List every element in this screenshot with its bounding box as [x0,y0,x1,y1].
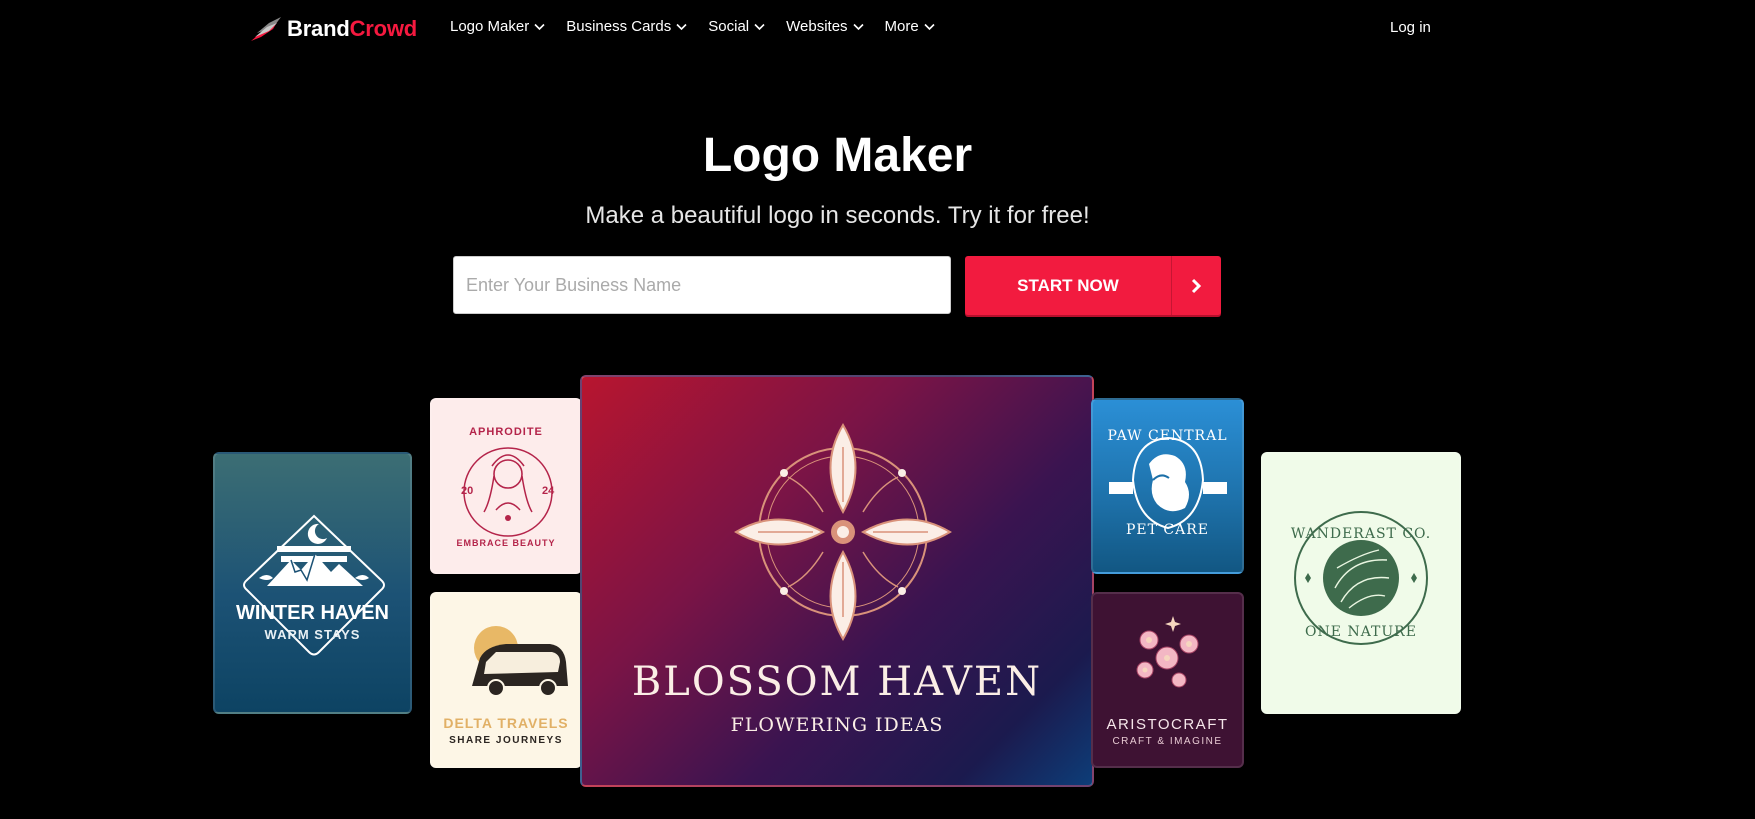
logo-card-winter-haven[interactable]: WINTER HAVEN WARM STAYS [213,452,412,714]
main-nav: Logo Maker Business Cards Social Website… [450,18,956,35]
logo-card-paw-central[interactable]: PAW CENTRAL PET CARE [1091,398,1244,574]
brand-logo[interactable]: Brand Crowd [249,13,417,45]
chevron-down-icon [754,23,765,30]
business-name-input[interactable] [453,256,951,314]
brand-name-part2: Crowd [349,16,418,41]
nav-label: Social [708,18,750,35]
nav-websites[interactable]: Websites [786,18,864,35]
page-subtitle: Make a beautiful logo in seconds. Try it… [585,202,1090,229]
card-name: APHRODITE [469,426,543,438]
logo-card-delta-travels[interactable]: DELTA TRAVELS SHARE JOURNEYS [430,592,582,768]
nav-label: Logo Maker [450,18,530,35]
card-tagline: FLOWERING IDEAS [730,714,944,736]
flower-emblem-icon [734,423,952,641]
chevron-down-icon [852,23,864,30]
chevron-down-icon [924,23,935,30]
card-tagline: ONE NATURE [1305,624,1417,640]
bus-icon [472,626,568,697]
logo-card-aphrodite[interactable]: APHRODITE 20 24 EMBRACE BEAUTY [430,398,582,574]
logo-card-blossom-haven[interactable]: BLOSSOM HAVEN FLOWERING IDEAS [580,375,1094,787]
page-title: Logo Maker [702,129,973,182]
chevron-right-icon [1171,256,1221,315]
start-now-button[interactable]: START NOW [965,256,1221,315]
start-now-label: START NOW [1017,275,1119,295]
logo-card-wanderast[interactable]: WANDERAST CO. ONE NATURE [1261,452,1461,714]
chevron-down-icon [676,23,687,30]
card-year-right: 24 [542,485,555,497]
nav-more[interactable]: More [885,18,935,35]
card-tagline: EMBRACE BEAUTY [456,538,556,548]
logo-card-aristocraft[interactable]: ARISTOCRAFT CRAFT & IMAGINE [1091,592,1244,768]
moon-flowers-icon [1136,616,1213,698]
nav-label: Business Cards [566,18,672,35]
chevron-down-icon [534,23,545,30]
brand-bird-icon [251,17,281,41]
nav-social[interactable]: Social [708,18,765,35]
brand-name-part1: Brand [287,16,350,41]
nav-logo-maker[interactable]: Logo Maker [450,18,545,35]
card-name: WINTER HAVEN [236,602,389,624]
card-tagline: PET CARE [1125,522,1209,538]
card-name: ARISTOCRAFT [1106,716,1229,733]
card-name: DELTA TRAVELS [443,715,569,731]
nav-business-cards[interactable]: Business Cards [566,18,687,35]
card-name: PAW CENTRAL [1107,428,1228,444]
card-tagline: SHARE JOURNEYS [449,735,563,746]
card-tagline: WARM STAYS [264,627,361,642]
login-link[interactable]: Log in [1390,19,1431,36]
card-name: BLOSSOM HAVEN [631,659,1043,705]
card-name: WANDERAST CO. [1290,526,1432,542]
card-tagline: CRAFT & IMAGINE [1112,736,1223,747]
nav-label: More [884,18,919,35]
nav-label: Websites [786,18,848,35]
card-year-left: 20 [461,485,474,497]
